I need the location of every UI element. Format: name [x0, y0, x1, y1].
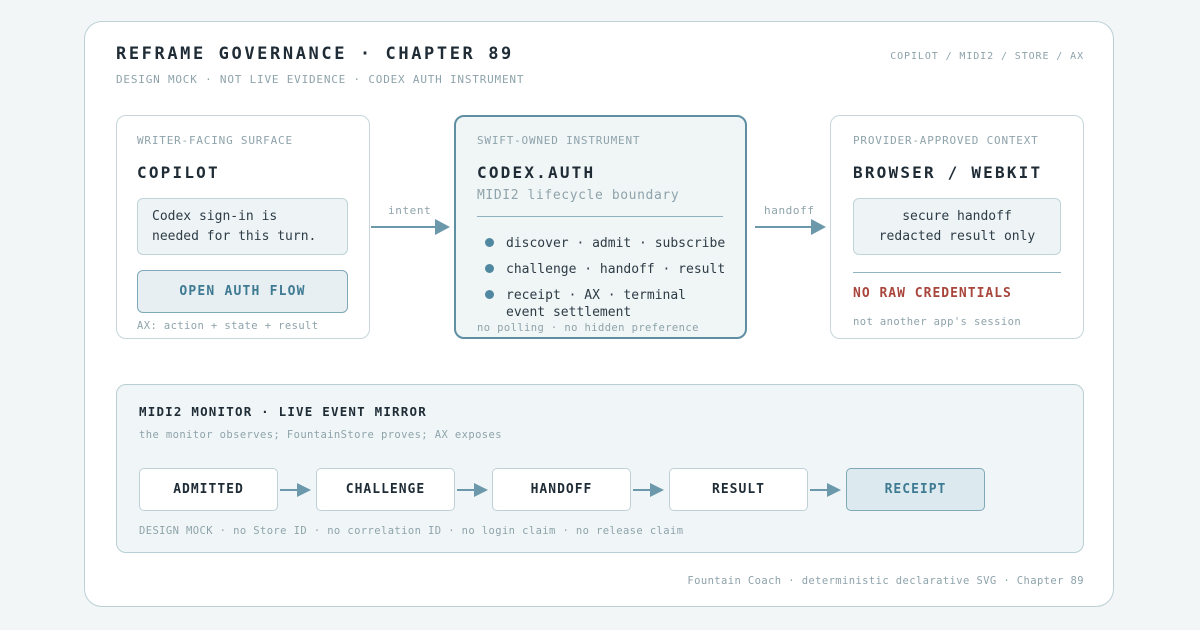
- intent-arrow: [371, 219, 450, 235]
- step-arrow: [810, 483, 841, 497]
- step-arrow: [280, 483, 311, 497]
- handoff-arrow: [755, 219, 826, 235]
- step-arrow: [633, 483, 664, 497]
- connector-arrows: [280, 219, 841, 497]
- step-arrow: [457, 483, 488, 497]
